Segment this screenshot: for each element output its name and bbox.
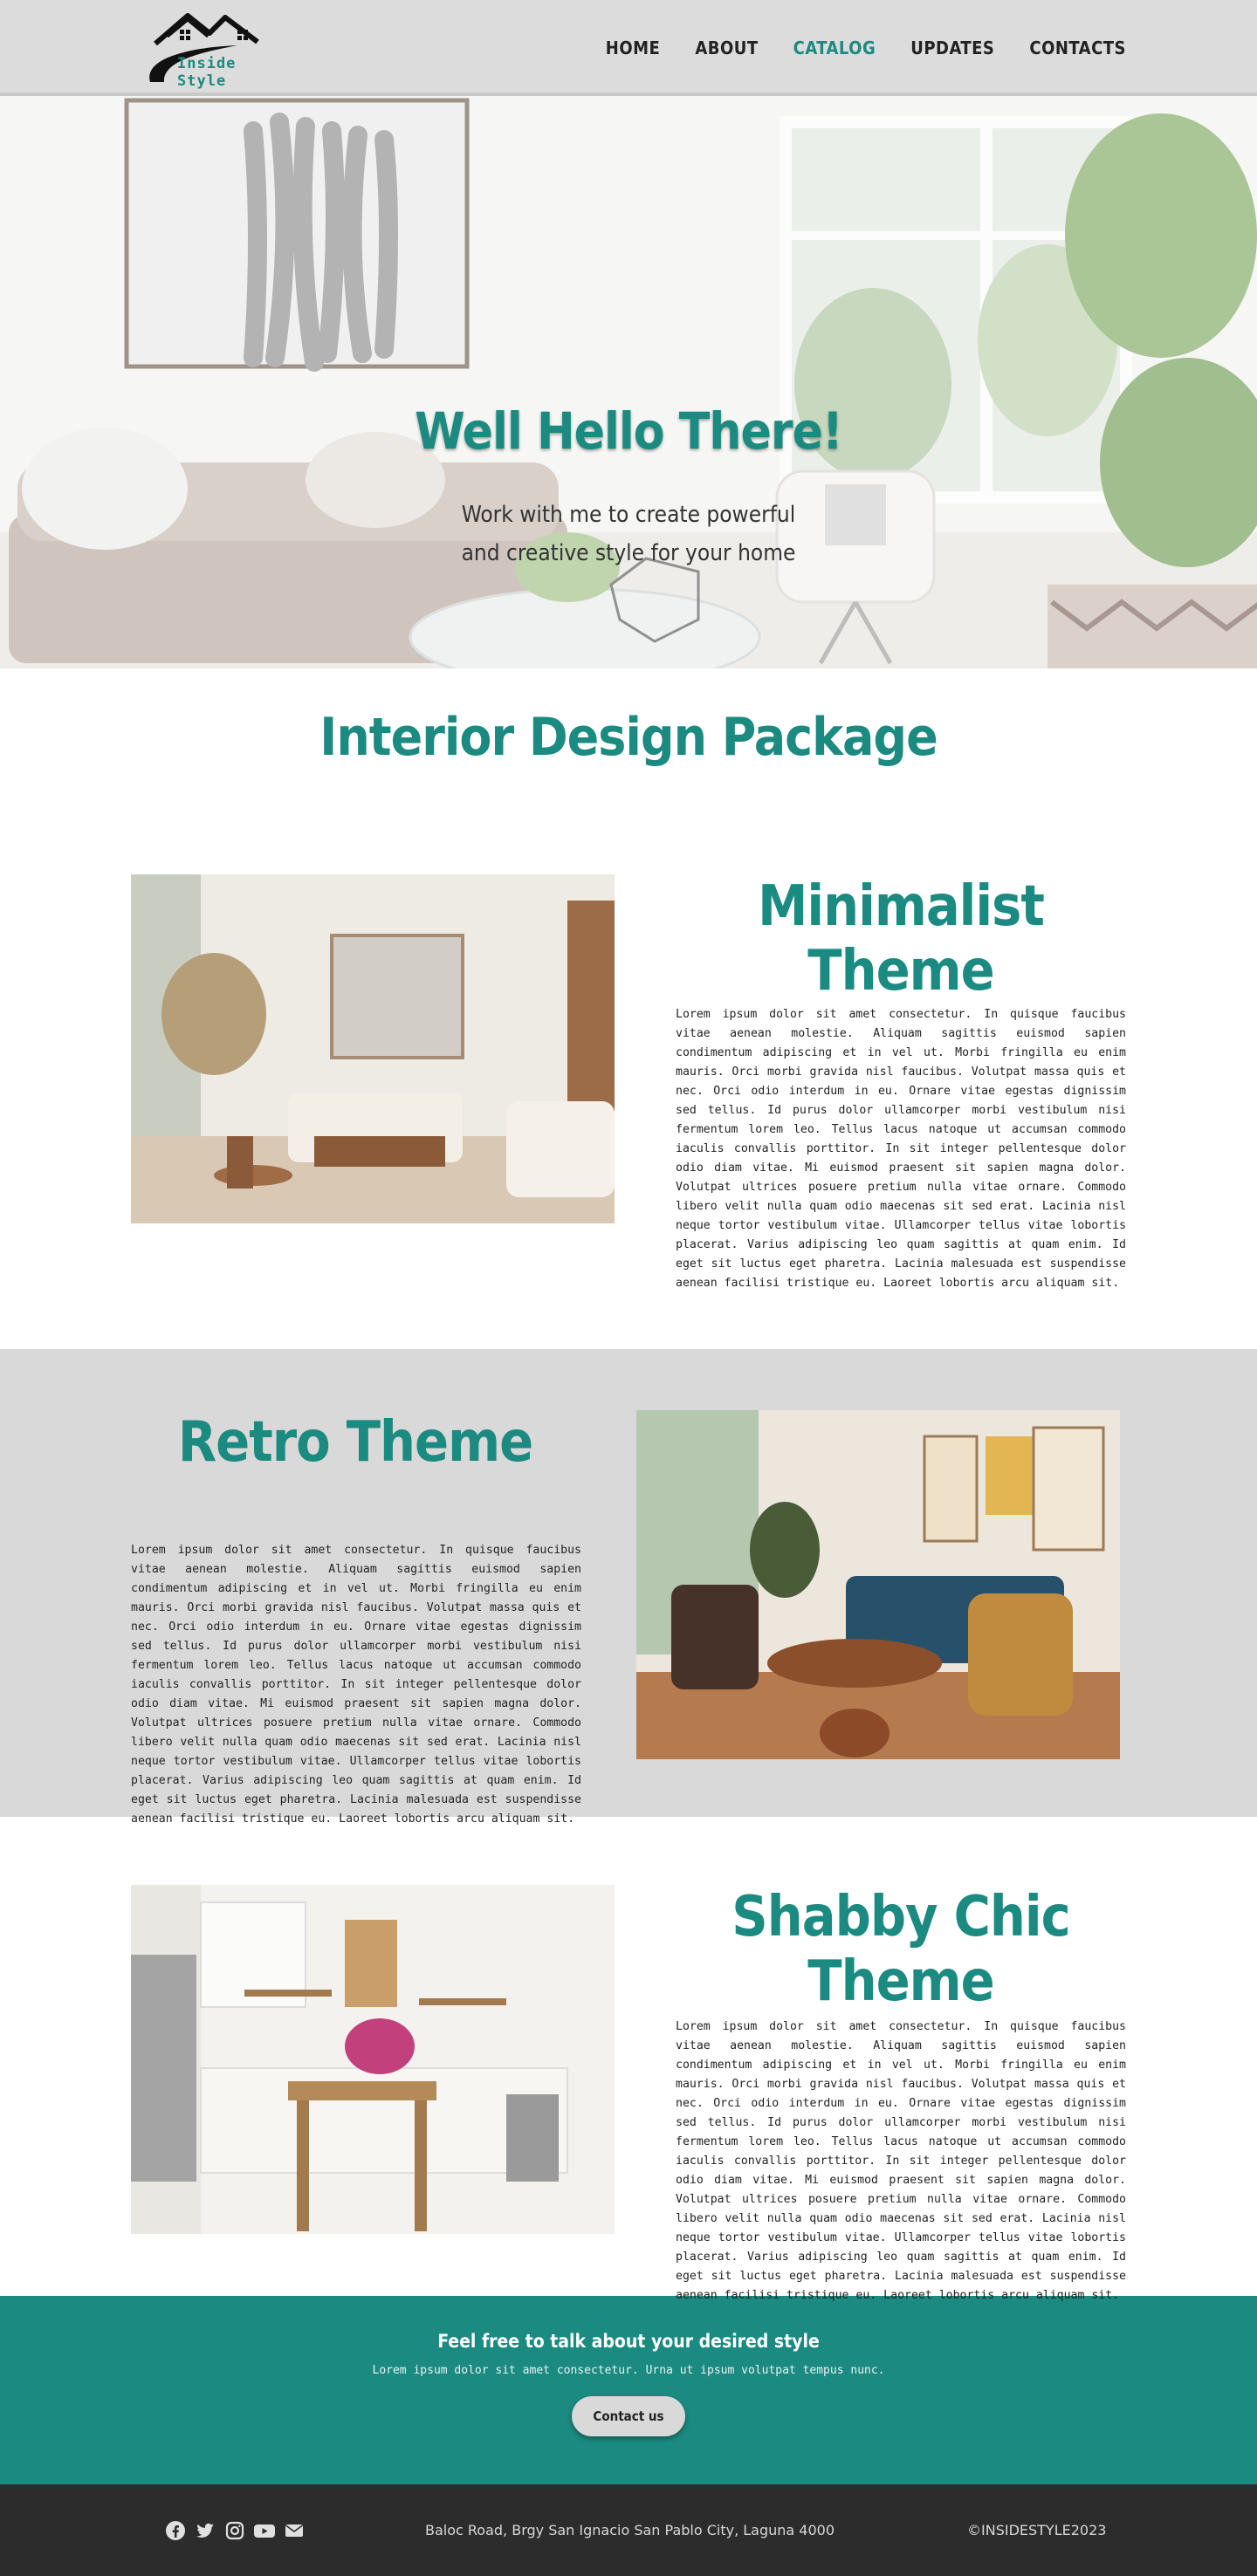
footer-copyright: ©INSIDESTYLE2023 xyxy=(967,2522,1107,2538)
hero-banner: Well Hello There! Work with me to create… xyxy=(0,96,1257,668)
contact-cta: Feel free to talk about your desired sty… xyxy=(0,2296,1257,2484)
nav-updates[interactable]: UPDATES xyxy=(910,38,994,58)
shabby-chic-kitchen-image xyxy=(131,1885,615,2234)
nav-catalog[interactable]: CATALOG xyxy=(793,38,876,58)
cta-text: Lorem ipsum dolor sit amet consectetur. … xyxy=(372,2364,885,2377)
minimalist-title: Minimalist Theme xyxy=(758,874,1045,1004)
minimalist-room-image xyxy=(131,874,615,1223)
theme-minimalist: Minimalist Theme Lorem ipsum dolor sit a… xyxy=(0,874,1257,1349)
hero-subtitle: Work with me to create powerful and crea… xyxy=(0,496,1257,572)
twitter-icon[interactable] xyxy=(194,2519,216,2542)
hero-title: Well Hello There! xyxy=(415,401,843,461)
social-links xyxy=(164,2519,306,2542)
retro-room-image xyxy=(636,1410,1120,1759)
theme-shabby-chic: Shabby Chic Theme Lorem ipsum dolor sit … xyxy=(0,1817,1257,2302)
theme-retro: Retro Theme Lorem ipsum dolor sit amet c… xyxy=(0,1349,1257,1826)
hero-subtitle-line-2: and creative style for your home xyxy=(461,540,796,566)
minimalist-description: Lorem ipsum dolor sit amet consectetur. … xyxy=(676,1008,1126,1290)
retro-description: Lorem ipsum dolor sit amet consectetur. … xyxy=(131,1544,581,1826)
instagram-icon[interactable] xyxy=(223,2519,246,2542)
footer-address: Baloc Road, Brgy San Ignacio San Pablo C… xyxy=(425,2522,835,2538)
contact-us-button[interactable]: Contact us xyxy=(572,2396,685,2436)
site-header: Inside Style HOME ABOUT CATALOG UPDATES … xyxy=(0,0,1257,96)
mail-icon[interactable] xyxy=(283,2519,306,2542)
youtube-icon[interactable] xyxy=(253,2519,276,2542)
brand-logo[interactable]: Inside Style xyxy=(140,5,279,90)
package-title: Interior Design Package xyxy=(319,707,938,768)
brand-name: Inside Style xyxy=(177,55,237,90)
nav-about[interactable]: ABOUT xyxy=(695,38,758,58)
site-footer: Baloc Road, Brgy San Ignacio San Pablo C… xyxy=(0,2484,1257,2576)
hero-subtitle-line-1: Work with me to create powerful xyxy=(461,502,796,528)
nav-contacts[interactable]: CONTACTS xyxy=(1029,38,1126,58)
retro-title: Retro Theme xyxy=(177,1410,533,1475)
shabby-chic-description: Lorem ipsum dolor sit amet consectetur. … xyxy=(676,2020,1126,2302)
facebook-icon[interactable] xyxy=(164,2519,187,2542)
main-nav: HOME ABOUT CATALOG UPDATES CONTACTS xyxy=(606,0,1126,96)
nav-home[interactable]: HOME xyxy=(606,38,661,58)
shabby-chic-title: Shabby Chic Theme xyxy=(732,1885,1070,2014)
hero-overlay xyxy=(0,96,1257,668)
